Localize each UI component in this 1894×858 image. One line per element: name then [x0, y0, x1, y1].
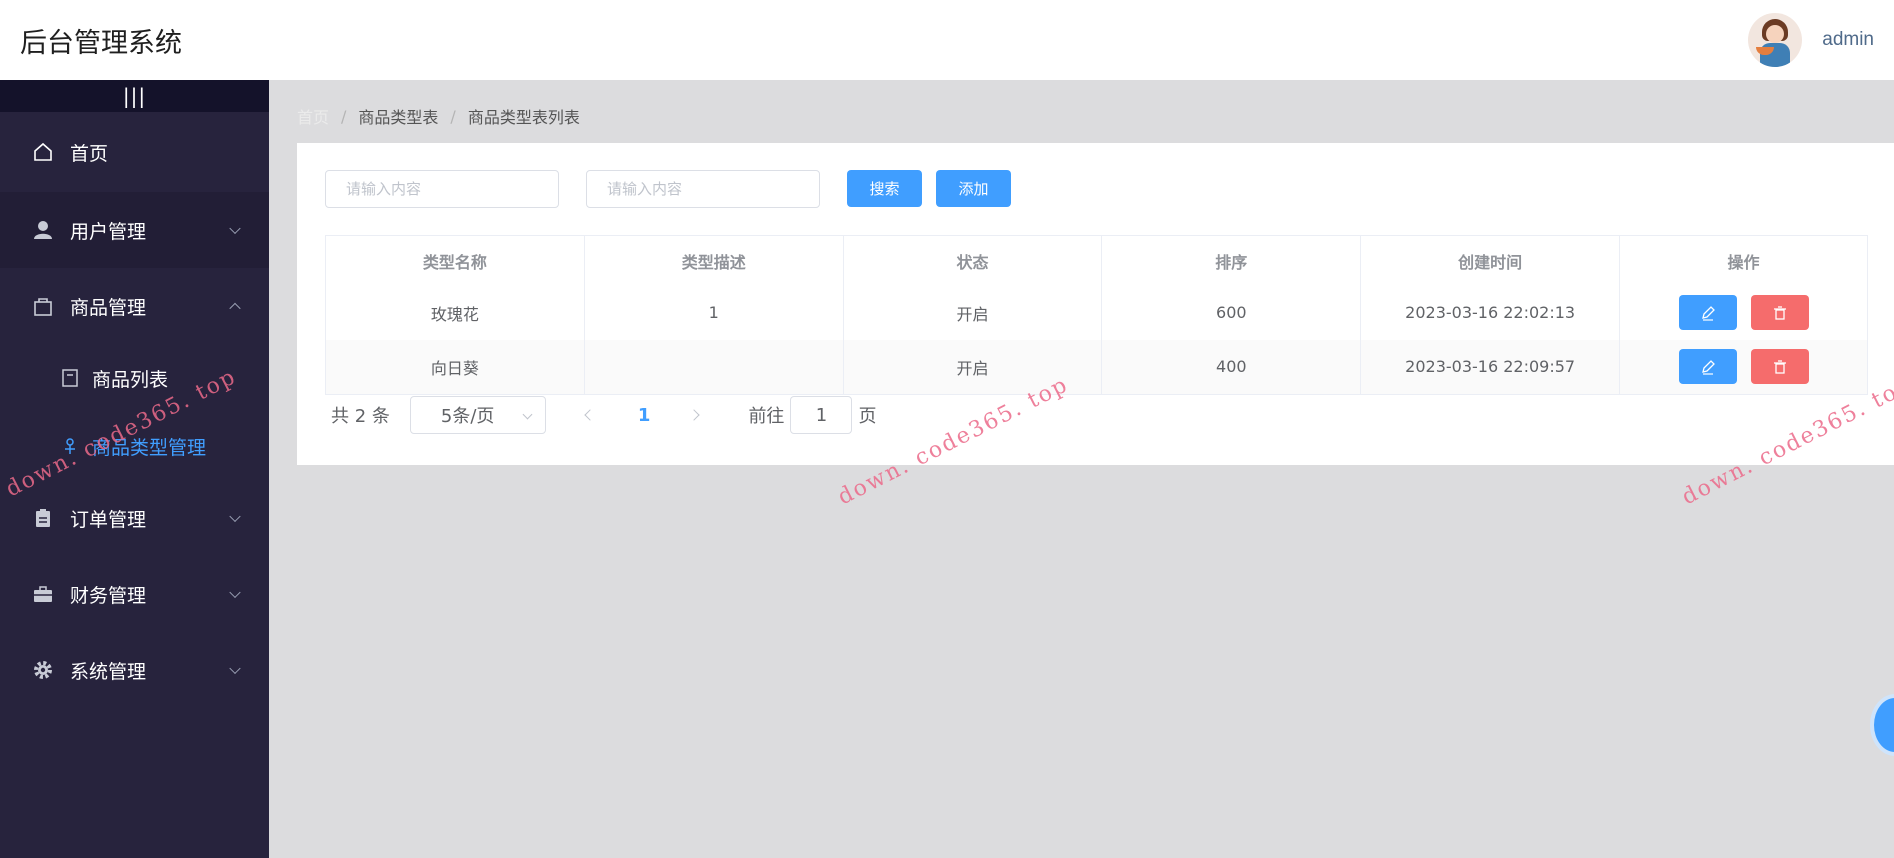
- clipboard-icon: [32, 507, 54, 529]
- cell-name: 玫瑰花: [325, 285, 585, 340]
- user-area[interactable]: admin: [1748, 13, 1874, 67]
- prev-page-icon[interactable]: [584, 409, 596, 421]
- add-button[interactable]: 添加: [936, 170, 1011, 207]
- sidebar-item-label: 订单管理: [70, 508, 147, 531]
- sidebar-subitem-product-list[interactable]: 商品列表: [0, 344, 269, 412]
- cell-sort: 400: [1101, 339, 1362, 394]
- search-input-1[interactable]: [325, 170, 559, 208]
- cell-desc: 1: [584, 285, 844, 340]
- sidebar-item-orders[interactable]: 订单管理: [0, 480, 269, 556]
- breadcrumb-level2: 商品类型表列表: [467, 108, 580, 127]
- page-size-select[interactable]: 5条/页: [409, 396, 546, 434]
- cell-name: 向日葵: [325, 339, 585, 394]
- chevron-down-icon: [522, 409, 533, 420]
- chevron-up-icon: [229, 302, 241, 315]
- cell-created: 2023-03-16 22:02:13: [1360, 285, 1621, 340]
- chevron-down-icon: [229, 662, 241, 675]
- breadcrumb-level1: 商品类型表: [358, 108, 439, 127]
- sidebar-collapse-toggle[interactable]: |||: [0, 80, 269, 112]
- pagination-total: 共 2 条: [331, 406, 390, 427]
- briefcase-icon: [32, 583, 54, 605]
- sidebar-item-label: 系统管理: [70, 660, 147, 683]
- home-icon: [32, 141, 54, 163]
- edit-button[interactable]: [1678, 295, 1737, 330]
- sidebar-item-finance[interactable]: 财务管理: [0, 556, 269, 632]
- cell-sort: 600: [1101, 285, 1362, 340]
- next-page-icon[interactable]: [688, 409, 701, 421]
- breadcrumb-separator: /: [450, 106, 456, 126]
- column-header: 排序: [1101, 235, 1362, 286]
- goto-suffix: 页: [858, 406, 877, 427]
- breadcrumb-separator: /: [341, 106, 347, 126]
- edit-icon: [1701, 305, 1715, 321]
- delete-button[interactable]: [1750, 349, 1809, 384]
- edit-button[interactable]: [1678, 349, 1737, 384]
- search-input-2[interactable]: [586, 170, 820, 208]
- user-icon: [32, 219, 54, 241]
- main-content: 首页 / 商品类型表 / 商品类型表列表 搜索 添加 类型名称 类型描述 状态 …: [269, 80, 1894, 858]
- breadcrumb: 首页 / 商品类型表 / 商品类型表列表: [297, 104, 580, 128]
- table-header-row: 类型名称 类型描述 状态 排序 创建时间 操作: [325, 235, 1868, 286]
- cell-created: 2023-03-16 22:09:57: [1360, 339, 1621, 394]
- column-header: 类型名称: [325, 235, 585, 286]
- data-table: 类型名称 类型描述 状态 排序 创建时间 操作 玫瑰花 1 开启 600 202…: [325, 235, 1868, 395]
- breadcrumb-home[interactable]: 首页: [297, 104, 329, 128]
- sidebar-subitem-label: 商品类型管理: [92, 436, 207, 459]
- cell-status: 开启: [843, 285, 1103, 340]
- content-card: 搜索 添加 类型名称 类型描述 状态 排序 创建时间 操作 玫瑰花 1 开启 6…: [297, 143, 1894, 465]
- chevron-down-icon: [229, 510, 241, 523]
- search-button[interactable]: 搜索: [847, 170, 922, 207]
- cell-actions: [1619, 339, 1868, 394]
- cell-status: 开启: [843, 339, 1103, 394]
- top-header: 后台管理系统 admin: [0, 0, 1894, 80]
- app-title: 后台管理系统: [20, 27, 182, 59]
- cell-desc: [584, 339, 844, 394]
- sidebar-item-products[interactable]: 商品管理: [0, 268, 269, 344]
- sidebar-item-system[interactable]: 系统管理: [0, 632, 269, 708]
- sidebar-subitem-label: 商品列表: [92, 368, 169, 391]
- column-header: 创建时间: [1360, 235, 1621, 286]
- edit-icon: [1701, 359, 1715, 375]
- chevron-down-icon: [229, 222, 241, 235]
- sidebar: ||| 首页 用户管理 商品管理 商品列表 商品类型管理 订单管理 财务管理 系…: [0, 80, 269, 858]
- column-header: 操作: [1619, 235, 1868, 286]
- cell-actions: [1619, 285, 1868, 340]
- table-row: 玫瑰花 1 开启 600 2023-03-16 22:02:13: [325, 285, 1868, 340]
- goto-page-input[interactable]: [790, 396, 853, 434]
- tag-icon: [60, 436, 80, 456]
- username[interactable]: admin: [1822, 29, 1874, 51]
- delete-button[interactable]: [1750, 295, 1809, 330]
- sidebar-subitem-product-types[interactable]: 商品类型管理: [0, 412, 269, 480]
- sidebar-item-label: 财务管理: [70, 584, 147, 607]
- column-header: 状态: [843, 235, 1103, 286]
- sidebar-item-label: 用户管理: [70, 220, 147, 243]
- bag-icon: [32, 295, 54, 317]
- sidebar-item-label: 首页: [70, 142, 109, 165]
- chevron-down-icon: [229, 586, 241, 599]
- avatar[interactable]: [1748, 13, 1803, 67]
- page-size-value: 5条/页: [440, 406, 495, 427]
- pagination: 共 2 条 5条/页 1 前往 页: [331, 396, 876, 434]
- trash-icon: [1773, 359, 1786, 374]
- goto-label: 前往: [748, 406, 785, 427]
- column-header: 类型描述: [584, 235, 844, 286]
- table-row: 向日葵 开启 400 2023-03-16 22:09:57: [325, 339, 1868, 394]
- sidebar-item-home[interactable]: 首页: [0, 112, 269, 192]
- sidebar-item-users[interactable]: 用户管理: [0, 192, 269, 268]
- list-icon: [60, 368, 80, 388]
- trash-icon: [1773, 305, 1786, 320]
- page-number-current[interactable]: 1: [638, 405, 651, 426]
- sidebar-item-label: 商品管理: [70, 296, 147, 319]
- gear-icon: [32, 659, 54, 681]
